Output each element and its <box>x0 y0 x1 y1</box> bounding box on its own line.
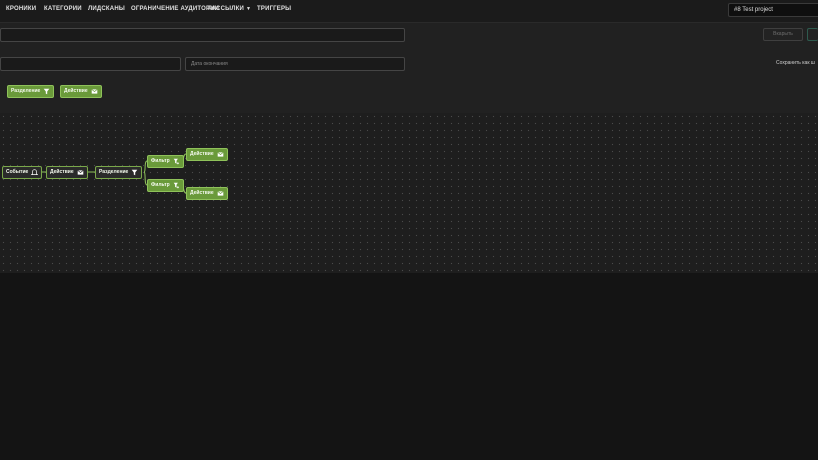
top-navigation-bar: КРОНИКИ КАТЕГОРИИ ЛИДСКАНЫ ОГРАНИЧЕНИЕ А… <box>0 0 818 23</box>
disabled-action-button[interactable]: Вкарыть <box>763 28 803 41</box>
flow-split-node[interactable]: Разделение <box>95 166 143 179</box>
name-input[interactable] <box>0 28 405 42</box>
palette-action-label: Действие <box>64 88 88 94</box>
nav-item-categories[interactable]: КАТЕГОРИИ <box>44 6 82 12</box>
save-as-template-link[interactable]: Сохранить как ш <box>776 60 815 66</box>
palette-split-node[interactable]: Разделение <box>7 85 55 98</box>
email-icon <box>217 191 224 196</box>
flow-canvas[interactable] <box>0 113 818 273</box>
flow-action-node-1[interactable]: Действие <box>46 166 88 179</box>
flow-event-node[interactable]: Событие <box>2 166 43 179</box>
flow-filter-label-1: Фильтр <box>151 158 170 164</box>
palette-split-label: Разделение <box>11 88 41 94</box>
email-icon <box>77 170 84 175</box>
filter-icon <box>132 169 138 176</box>
flow-event-label: Событие <box>6 169 29 175</box>
flow-filter-node-1[interactable]: Фильтр <box>147 155 184 168</box>
filter-plus-icon <box>173 158 179 165</box>
email-icon <box>91 89 98 94</box>
flow-action-label-3: Действие <box>190 190 214 196</box>
flow-split-label: Разделение <box>99 169 129 175</box>
flow-action-node-3[interactable]: Действие <box>186 187 228 200</box>
nav-item-audience-limit[interactable]: ОГРАНИЧЕНИЕ АУДИТОРИИ <box>131 6 219 12</box>
flow-action-node-2[interactable]: Действие <box>186 148 228 161</box>
bell-icon <box>31 169 39 175</box>
project-selector[interactable]: #8 Test project <box>728 3 818 17</box>
nav-item-mailings[interactable]: РАССЫЛКИ ▼ <box>208 6 251 12</box>
flow-action-label-2: Действие <box>190 151 214 157</box>
email-icon <box>217 152 224 157</box>
nav-item-chronicles[interactable]: КРОНИКИ <box>6 6 36 12</box>
flow-filter-node-2[interactable]: Фильтр <box>147 179 184 192</box>
chevron-down-icon: ▼ <box>245 6 252 12</box>
end-date-input[interactable]: Дата окончания <box>185 57 405 71</box>
flow-action-label-1: Действие <box>50 169 74 175</box>
nav-item-leadscans[interactable]: ЛИДСКАНЫ <box>88 6 125 12</box>
nav-item-triggers[interactable]: ТРИГГЕРЫ <box>257 6 291 12</box>
filter-plus-icon <box>173 182 179 189</box>
primary-action-button[interactable] <box>807 28 818 41</box>
palette-action-node[interactable]: Действие <box>60 85 102 98</box>
secondary-input[interactable] <box>0 57 181 71</box>
flow-filter-label-2: Фильтр <box>151 182 170 188</box>
nav-item-mailings-label: РАССЫЛКИ <box>208 6 244 12</box>
filter-icon <box>44 88 50 95</box>
